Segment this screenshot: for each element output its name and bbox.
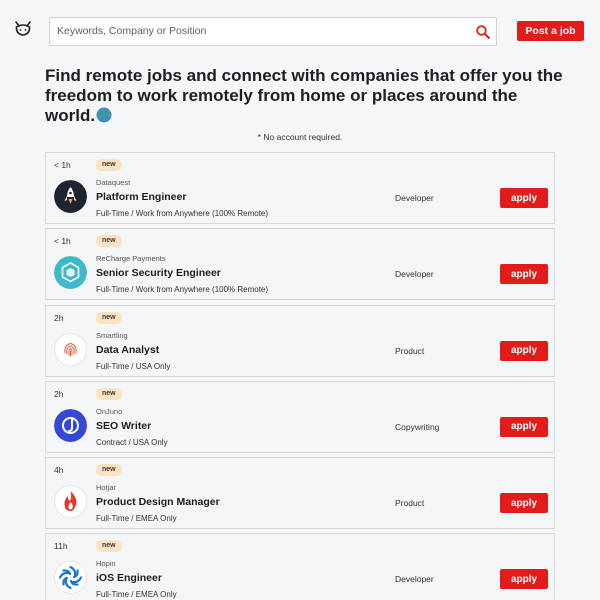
- no-account-note: * No account required.: [257, 132, 343, 142]
- job-type: Full-Time / Work from Anywhere (100% Rem…: [96, 209, 269, 218]
- job-title[interactable]: Product Design Manager: [96, 496, 220, 508]
- job-card[interactable]: < 1h new Dataquest Platform Engineer Ful…: [45, 152, 555, 224]
- fingerprint-logo-icon: [54, 332, 87, 366]
- job-age: 4h: [54, 465, 64, 476]
- job-card[interactable]: 11h new Hopin iOS Engineer Full-Time / E…: [45, 533, 555, 600]
- job-title[interactable]: Senior Security Engineer: [96, 267, 221, 279]
- new-badge: new: [96, 387, 122, 400]
- headline-text: Find remote jobs and connect with compan…: [45, 66, 563, 125]
- flame-logo-icon: [54, 485, 87, 519]
- new-badge: new: [96, 311, 122, 324]
- apply-button[interactable]: apply: [500, 416, 548, 437]
- job-age: < 1h: [54, 160, 71, 170]
- globe-icon: [96, 107, 112, 123]
- job-type: Full-Time / EMEA Only: [96, 590, 177, 600]
- search-input[interactable]: Keywords, Company or Position: [57, 25, 206, 37]
- job-category: Developer: [395, 193, 434, 203]
- rocket-logo-icon: [54, 180, 87, 213]
- new-badge: new: [96, 540, 122, 553]
- job-card[interactable]: < 1h new ReCharge Payments Senior Securi…: [45, 228, 555, 301]
- onjuno-logo-icon: [54, 408, 87, 442]
- job-title[interactable]: iOS Engineer: [96, 572, 162, 584]
- job-category: Developer: [395, 269, 434, 280]
- new-badge: new: [96, 464, 122, 477]
- new-badge: new: [96, 235, 122, 248]
- job-title[interactable]: Data Analyst: [96, 344, 159, 356]
- company-name: ReCharge Payments: [96, 254, 166, 264]
- job-card[interactable]: 2h new OnJuno SEO Writer Contract / USA …: [45, 380, 555, 453]
- company-name: OnJuno: [96, 406, 123, 416]
- apply-button[interactable]: apply: [500, 188, 548, 208]
- job-age: < 1h: [54, 236, 71, 247]
- apply-button[interactable]: apply: [500, 340, 548, 361]
- company-name: Hotjar: [96, 483, 117, 493]
- recharge-logo-icon: [54, 256, 87, 290]
- company-name: Hopin: [96, 559, 116, 569]
- job-card[interactable]: 2h new Smartling Data Analyst Full-Time …: [45, 304, 555, 377]
- search-icon[interactable]: [475, 24, 491, 40]
- company-name: Smartling: [96, 330, 128, 340]
- new-badge: new: [96, 159, 122, 171]
- hopin-logo-icon: [54, 561, 87, 595]
- apply-button[interactable]: apply: [500, 264, 548, 285]
- job-list: < 1h new Dataquest Platform Engineer Ful…: [45, 152, 555, 600]
- job-type: Full-Time / USA Only: [96, 361, 171, 371]
- apply-button[interactable]: apply: [500, 569, 548, 590]
- job-age: 2h: [54, 312, 64, 323]
- page-headline: Find remote jobs and connect with compan…: [45, 66, 565, 126]
- job-title[interactable]: SEO Writer: [96, 420, 151, 432]
- job-type: Contract / USA Only: [96, 437, 168, 447]
- job-title[interactable]: Platform Engineer: [96, 191, 186, 203]
- job-category: Copywriting: [395, 421, 440, 432]
- company-name: Dataquest: [96, 178, 131, 187]
- job-type: Full-Time / EMEA Only: [96, 514, 177, 524]
- post-job-button[interactable]: Post a job: [517, 21, 584, 41]
- job-age: 11h: [54, 541, 68, 552]
- job-category: Product: [395, 498, 425, 509]
- job-category: Developer: [395, 574, 434, 585]
- job-type: Full-Time / Work from Anywhere (100% Rem…: [96, 285, 269, 295]
- cat-logo-icon[interactable]: [14, 20, 32, 38]
- job-category: Product: [395, 345, 425, 356]
- job-card[interactable]: 4h new Hotjar Product Design Manager Ful…: [45, 457, 555, 530]
- apply-button[interactable]: apply: [500, 493, 548, 514]
- search-box[interactable]: Keywords, Company or Position: [49, 17, 497, 46]
- job-age: 2h: [54, 388, 64, 399]
